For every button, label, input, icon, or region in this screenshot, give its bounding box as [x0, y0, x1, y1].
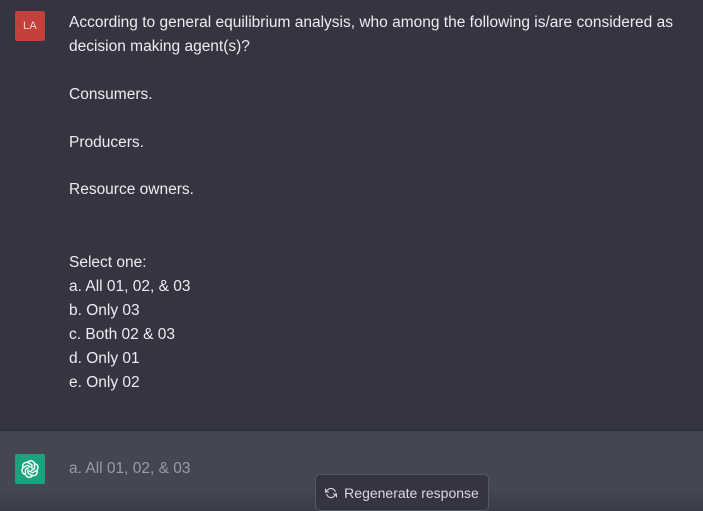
option-a: a. All 01, 02, & 03 — [69, 278, 191, 295]
option-e: e. Only 02 — [69, 374, 140, 391]
agent-resource-owners: Resource owners. — [69, 181, 194, 198]
regenerate-response-button[interactable]: Regenerate response — [315, 474, 489, 511]
question-text: According to general equilibrium analysi… — [69, 11, 701, 59]
refresh-icon — [325, 487, 338, 498]
regenerate-label: Regenerate response — [344, 484, 479, 501]
agent-producers: Producers. — [69, 134, 144, 151]
user-avatar: LA — [15, 11, 45, 41]
question-line-2: decision making agent(s)? — [69, 38, 250, 55]
user-message: LA According to general equilibrium anal… — [0, 0, 703, 430]
assistant-avatar — [15, 454, 45, 484]
answer-options-list: a. All 01, 02, & 03 b. Only 03 c. Both 0… — [69, 275, 191, 395]
option-b: b. Only 03 — [69, 302, 140, 319]
openai-logo-icon — [21, 460, 39, 478]
option-c: c. Both 02 & 03 — [69, 326, 175, 343]
question-line-1: According to general equilibrium analysi… — [69, 14, 673, 31]
select-one-label: Select one: — [69, 254, 147, 271]
agent-consumers: Consumers. — [69, 86, 153, 103]
option-d: d. Only 01 — [69, 350, 140, 367]
assistant-answer: a. All 01, 02, & 03 — [69, 460, 191, 477]
